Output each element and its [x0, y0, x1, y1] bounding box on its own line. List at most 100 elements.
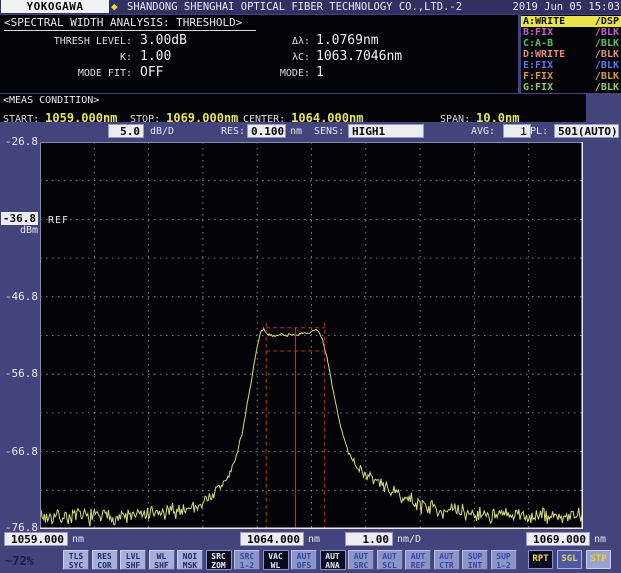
res-value-box[interactable]: 0.100 — [247, 124, 286, 138]
trace-name: E:FIX — [523, 60, 553, 71]
trace-name: D:WRITE — [523, 49, 565, 60]
softkey-line1: SUP — [492, 552, 516, 561]
softkey-sup-int[interactable]: SUPINT — [462, 550, 488, 570]
softkey-line2: WL — [264, 561, 288, 570]
analysis-field-value: OFF — [140, 65, 163, 80]
softkey-line1: VAC — [264, 552, 288, 561]
smpl-label: SMPL: — [518, 126, 548, 137]
run-buttons: RPTSGLSTP — [528, 550, 611, 569]
trace-row-g[interactable]: G:FIX/BLK — [521, 82, 621, 93]
meas-condition-bar: <MEAS CONDITION> START: 1059.000nmSTOP: … — [0, 94, 586, 122]
softkey-aut-src[interactable]: AUTSRC — [348, 550, 374, 570]
osa-screen: YOKOGAWA ◆ SHANDONG SHENGHAI OPTICAL FIB… — [0, 0, 621, 573]
y-axis-label: -36.8 — [0, 212, 38, 225]
analysis-field-value: 1.00 — [140, 49, 171, 64]
analysis-field-value: 1 — [316, 65, 324, 80]
trace-name: B:FIX — [523, 27, 553, 38]
analysis-field-value: 1.0769nm — [316, 33, 379, 48]
x-axis-scale-unit: nm/D — [397, 534, 421, 545]
res-unit: nm — [290, 126, 302, 137]
y-axis-label: -26.8 — [0, 135, 38, 148]
trace-row-d[interactable]: D:WRITE/BLK — [521, 49, 621, 60]
softkey-line1: LVL — [121, 552, 145, 561]
x-axis-start-unit: nm — [72, 534, 84, 545]
trace-status: /BLK — [595, 38, 619, 49]
header-bar: YOKOGAWA ◆ SHANDONG SHENGHAI OPTICAL FIB… — [0, 0, 621, 14]
softkey-aut-ref[interactable]: AUTREF — [405, 550, 431, 570]
analysis-field-label: THRESH LEVEL: — [2, 36, 132, 47]
softkey-line1: AUT — [349, 552, 373, 561]
smpl-value-box[interactable]: 501(AUTO) — [554, 124, 619, 138]
sens-value-box[interactable]: HIGH1 — [348, 124, 424, 138]
softkey-line1: AUT — [406, 552, 430, 561]
softkey-line2: MSK — [178, 561, 202, 570]
analysis-field-label: MODE: — [246, 68, 310, 79]
softkey-vac-wl[interactable]: VACWL — [263, 550, 289, 570]
logo-text: YOKOGAWA — [27, 0, 84, 13]
trace-status: /BLK — [595, 71, 619, 82]
softkey-line2: CTR — [435, 561, 459, 570]
softkey-aut-scl[interactable]: AUTSCL — [377, 550, 403, 570]
yokogawa-logo: YOKOGAWA — [1, 0, 109, 13]
softkey-line2: ANA — [321, 561, 345, 570]
softkey-wl-shf[interactable]: WLSHF — [149, 550, 175, 570]
trace-name: A:WRITE — [523, 16, 565, 27]
zoom-level-label: ~72% — [5, 554, 34, 568]
avg-label: AVG: — [471, 126, 495, 137]
softkey-line2: SYC — [64, 561, 88, 570]
analysis-field-label: MODE FIT: — [2, 68, 132, 79]
softkey-line2: INT — [463, 561, 487, 570]
x-axis-center-box[interactable]: 1064.000 — [240, 532, 304, 546]
trace-row-c[interactable]: C:A-B/BLK — [521, 38, 621, 49]
trace-row-a[interactable]: A:WRITE/DSP — [521, 16, 621, 27]
softkey-noi-msk[interactable]: NOIMSK — [177, 550, 203, 570]
x-axis-stop-unit: nm — [594, 534, 606, 545]
softkey-line2: SRC — [349, 561, 373, 570]
softkey-src-zom[interactable]: SRCZOM — [206, 550, 232, 570]
sens-label: SENS: — [314, 126, 344, 137]
ref-marker-label: REF — [48, 215, 69, 226]
softkey-line1: AUT — [321, 552, 345, 561]
analysis-field-label: K: — [2, 52, 132, 63]
trace-status: /BLK — [595, 49, 619, 60]
diamond-icon: ◆ — [111, 0, 118, 13]
softkey-lvl-shf[interactable]: LVLSHF — [120, 550, 146, 570]
y-axis-label: -46.8 — [0, 290, 38, 303]
softkey-res-cor[interactable]: RESCOR — [92, 550, 118, 570]
softkey-line1: AUT — [292, 552, 316, 561]
softkey-line2: COR — [93, 561, 117, 570]
trace-row-b[interactable]: B:FIX/BLK — [521, 27, 621, 38]
x-axis-center-unit: nm — [308, 534, 320, 545]
y-axis-unit: dBm — [0, 225, 38, 236]
analysis-panel: <SPECTRAL WIDTH ANALYSIS: THRESHOLD> THR… — [0, 15, 518, 93]
softkey-aut-ctr[interactable]: AUTCTR — [434, 550, 460, 570]
softkey-line2: SHF — [150, 561, 174, 570]
softkey-line1: SRC — [235, 552, 259, 561]
analysis-title: <SPECTRAL WIDTH ANALYSIS: THRESHOLD> — [4, 16, 256, 31]
softkey-aut-ana[interactable]: AUTANA — [320, 550, 346, 570]
ref-level-label: -36.8 — [1, 212, 38, 225]
softkey-sup-1-2[interactable]: SUP1-2 — [491, 550, 517, 570]
softkey-aut-ofs[interactable]: AUTOFS — [291, 550, 317, 570]
trace-row-f[interactable]: F:FIX/BLK — [521, 71, 621, 82]
analysis-field-label: λC: — [246, 52, 310, 63]
run-button-rpt[interactable]: RPT — [528, 550, 553, 569]
x-axis-start-box[interactable]: 1059.000 — [4, 532, 68, 546]
trace-status: /BLK — [595, 27, 619, 38]
x-axis-scale-box[interactable]: 1.00 — [345, 532, 393, 546]
scale-settings-bar: 5.0dB/DRES:0.100nmSENS:HIGH1AVG:1SMPL:50… — [0, 122, 621, 141]
spectrum-plot: REF — [40, 142, 583, 529]
softkey-line1: NOI — [178, 552, 202, 561]
softkey-line1: SRC — [207, 552, 231, 561]
y-axis-label: -56.8 — [0, 367, 38, 380]
trace-row-e[interactable]: E:FIX/BLK — [521, 60, 621, 71]
x-axis-stop-box[interactable]: 1069.000 — [526, 532, 590, 546]
run-button-stp[interactable]: STP — [586, 550, 611, 569]
softkey-tls-syc[interactable]: TLSSYC — [63, 550, 89, 570]
run-button-sgl[interactable]: SGL — [557, 550, 582, 569]
level-value-box[interactable]: 5.0 — [108, 124, 144, 138]
trace-status: /BLK — [595, 82, 619, 93]
softkey-line1: RES — [93, 552, 117, 561]
softkey-src-1-2[interactable]: SRC1-2 — [234, 550, 260, 570]
softkey-line1: SUP — [463, 552, 487, 561]
